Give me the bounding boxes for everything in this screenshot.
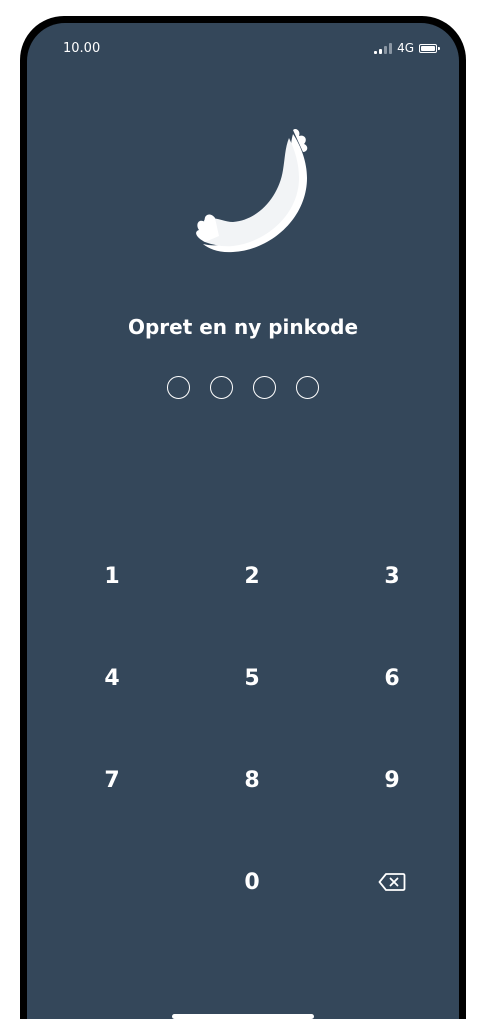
key-7[interactable]: 7 [62, 747, 162, 813]
key-5[interactable]: 5 [202, 645, 302, 711]
key-4[interactable]: 4 [62, 645, 162, 711]
screen: 10.00 4G Opret en ny pinkode 1 2 3 4 5 6… [27, 23, 459, 1019]
pin-dot [296, 376, 319, 399]
key-0[interactable]: 0 [202, 849, 302, 915]
key-6[interactable]: 6 [342, 645, 442, 711]
pin-dot [253, 376, 276, 399]
key-8[interactable]: 8 [202, 747, 302, 813]
status-indicators: 4G [374, 41, 440, 55]
key-9[interactable]: 9 [342, 747, 442, 813]
phone: 10.00 4G Opret en ny pinkode 1 2 3 4 5 6… [0, 0, 484, 1019]
key-3[interactable]: 3 [342, 543, 442, 609]
pin-dot [210, 376, 233, 399]
page-title: Opret en ny pinkode [127, 315, 359, 339]
brand-logo [196, 128, 308, 253]
pin-dot [167, 376, 190, 399]
backspace-button[interactable] [342, 849, 442, 915]
key-1[interactable]: 1 [62, 543, 162, 609]
backspace-icon [378, 873, 406, 891]
status-time: 10.00 [63, 41, 101, 56]
home-indicator[interactable] [172, 1014, 314, 1019]
signal-icon [374, 42, 393, 54]
battery-icon [419, 43, 440, 53]
key-2[interactable]: 2 [202, 543, 302, 609]
pin-indicator [27, 376, 459, 399]
network-label: 4G [397, 41, 414, 55]
